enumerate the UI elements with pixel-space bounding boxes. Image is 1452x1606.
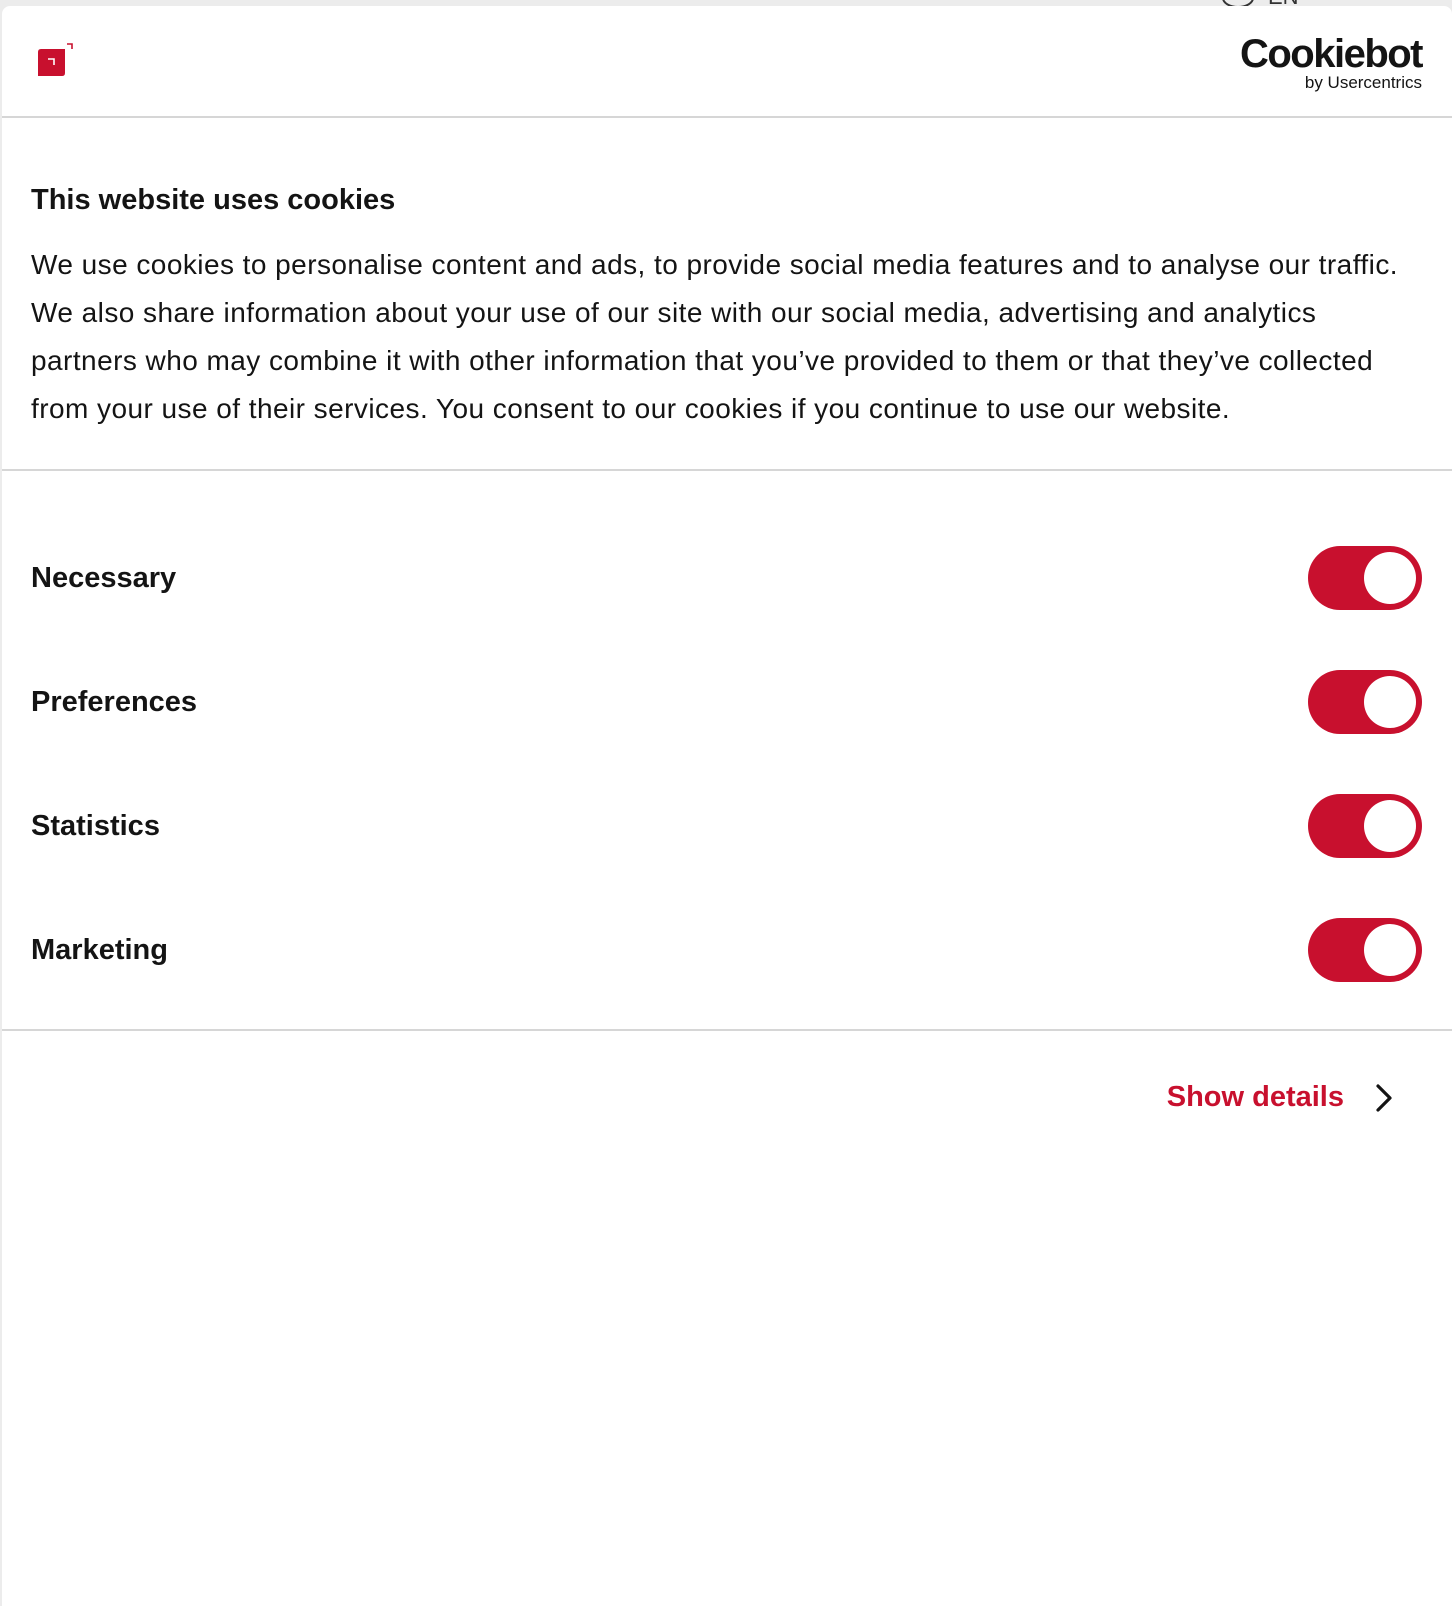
brand-logo-icon [38,43,73,76]
cookie-categories: Necessary Preferences Statistics Marketi… [2,471,1452,1031]
cookiebot-logo[interactable]: Cookiebot by Usercentrics [1239,32,1424,92]
toggle-knob [1364,800,1416,852]
dialog-title: This website uses cookies [31,184,396,216]
category-row-marketing: Marketing [2,888,1452,1012]
dialog-footer: Show details [2,1031,1452,1171]
dialog-header: Cookiebot by Usercentrics [2,6,1452,118]
show-details-label: Show details [1166,1081,1344,1113]
necessary-toggle[interactable] [1308,546,1422,610]
chevron-right-icon [1376,1083,1392,1112]
marketing-toggle[interactable] [1308,918,1422,982]
category-label: Statistics [31,809,160,842]
toggle-knob [1364,924,1416,976]
toggle-knob [1364,552,1416,604]
cookiebot-name: Cookiebot [1239,32,1424,76]
category-row-preferences: Preferences [2,640,1452,764]
toggle-knob [1364,676,1416,728]
category-row-statistics: Statistics [2,764,1452,888]
intro-section: This website uses cookies We use cookies… [2,118,1452,471]
show-details-button[interactable]: Show details [1167,1081,1396,1114]
category-label: Preferences [31,685,198,718]
category-label: Marketing [31,933,168,966]
dialog-description: We use cookies to personalise content an… [31,249,1398,424]
cookie-consent-dialog: Cookiebot by Usercentrics This website u… [2,6,1452,1606]
preferences-toggle[interactable] [1308,670,1422,734]
category-row-necessary: Necessary [2,516,1452,640]
category-label: Necessary [31,561,177,594]
statistics-toggle[interactable] [1308,794,1422,858]
cookiebot-subtitle: by Usercentrics [1304,73,1422,92]
